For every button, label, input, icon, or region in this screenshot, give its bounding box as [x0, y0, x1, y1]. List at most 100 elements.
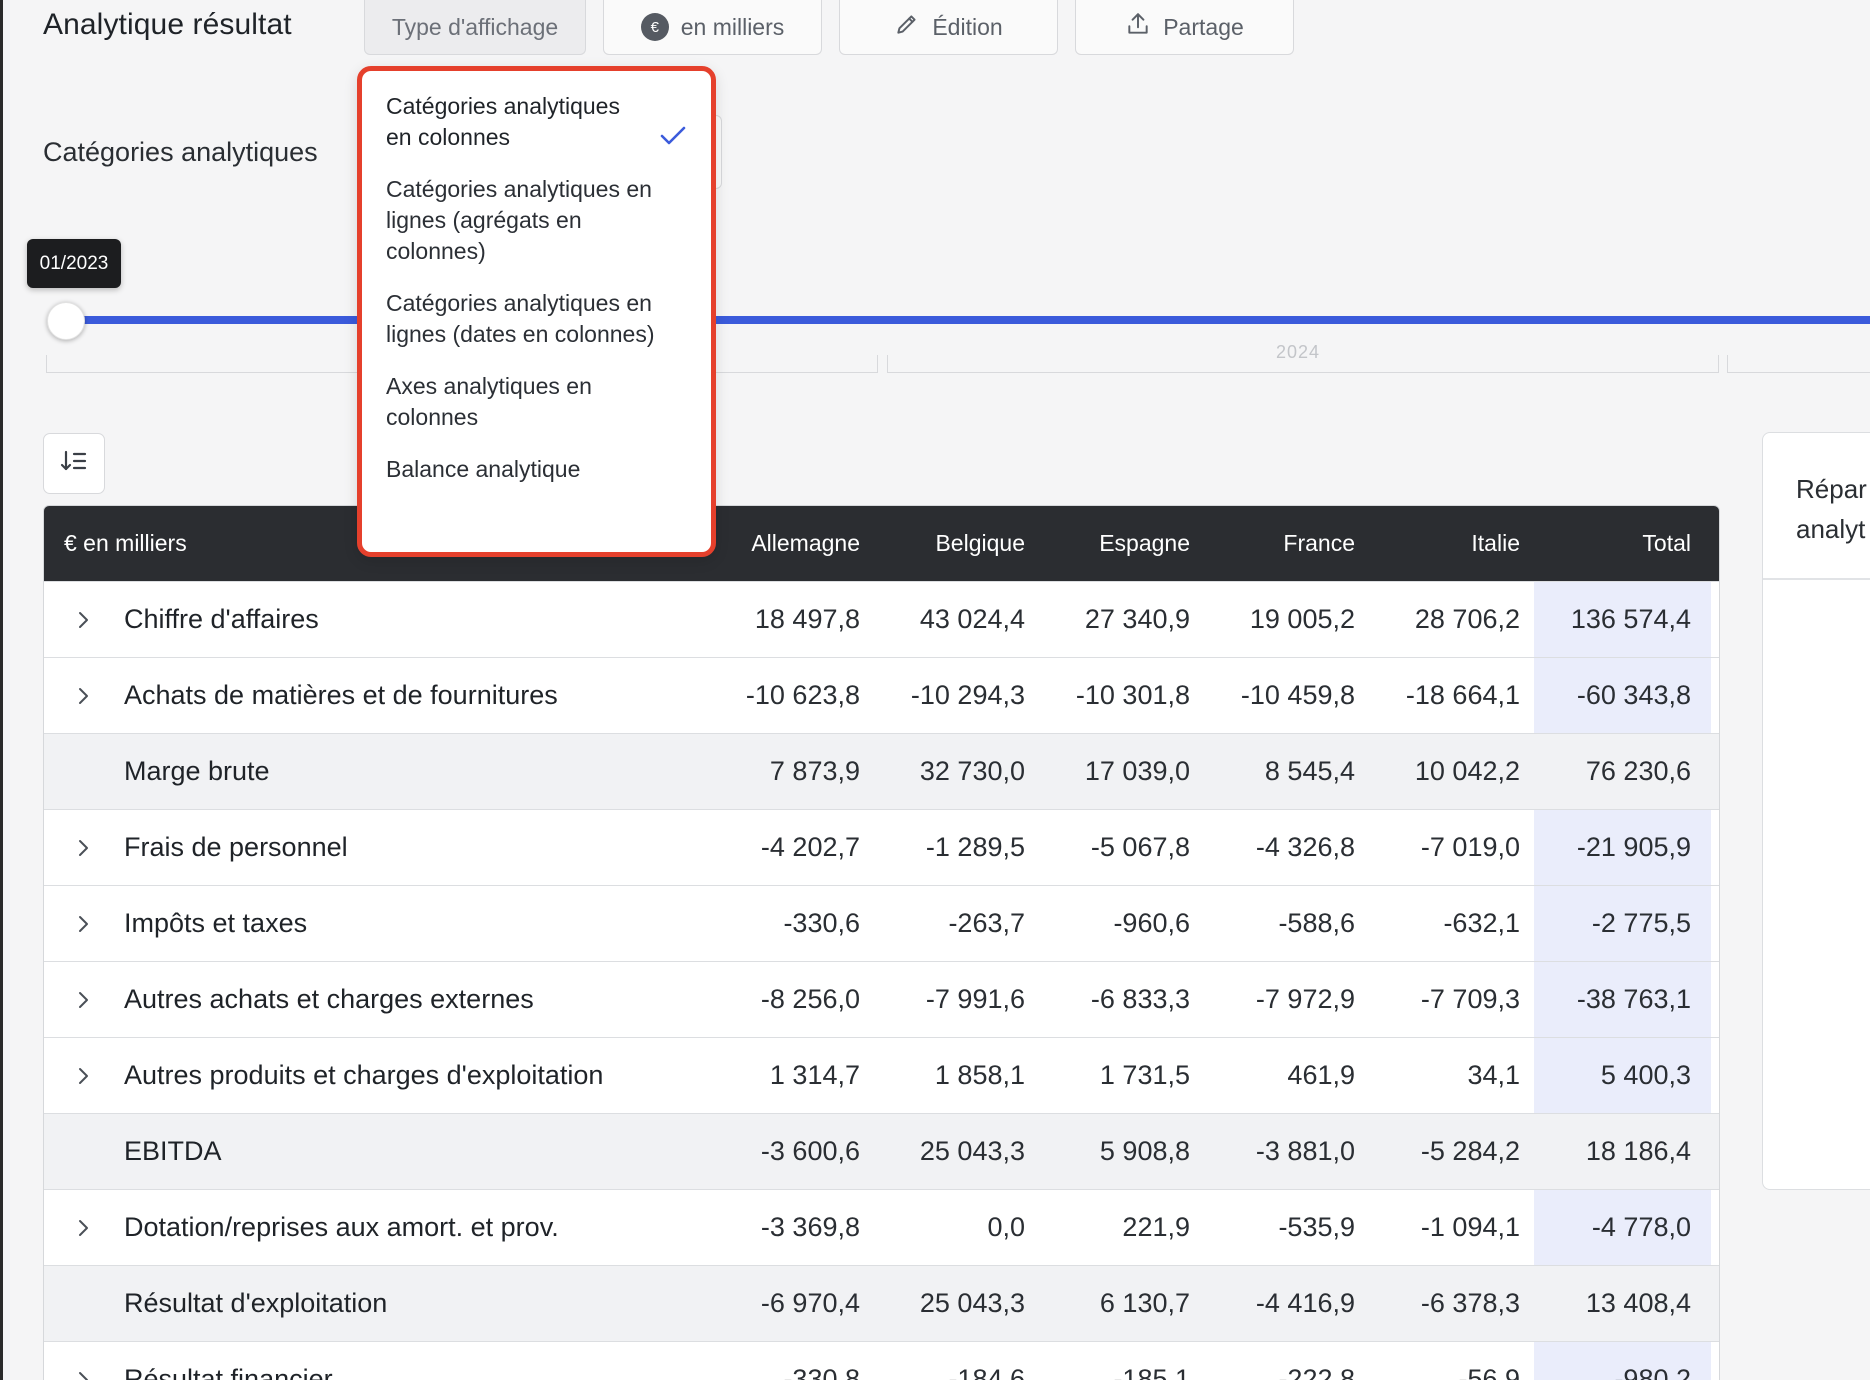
dropdown-option[interactable]: Catégories analytiques en lignes (agréga…: [362, 174, 711, 267]
share-button[interactable]: Partage: [1075, 0, 1294, 55]
row-label: Autres achats et charges externes: [124, 984, 534, 1014]
total-cell: 5 400,3: [1534, 1038, 1711, 1113]
column-header[interactable]: France: [1204, 530, 1369, 557]
column-header[interactable]: Allemagne: [709, 530, 874, 557]
column-header[interactable]: Espagne: [1039, 530, 1204, 557]
share-label: Partage: [1163, 13, 1244, 40]
row-label: Frais de personnel: [124, 832, 348, 862]
table-row[interactable]: Autres achats et charges externes -8 256,…: [44, 961, 1719, 1037]
value-cell: 1 731,5: [1099, 1060, 1190, 1090]
value-cell: -3 600,6: [760, 1136, 860, 1166]
value-cell: -3 369,8: [760, 1212, 860, 1242]
value-cell: -7 019,0: [1420, 832, 1520, 862]
dropdown-option[interactable]: Catégories analytiques en lignes (dates …: [362, 288, 711, 350]
share-icon: [1125, 11, 1151, 43]
year-label: 2024: [1276, 342, 1321, 362]
date-tooltip: 01/2023: [27, 239, 121, 288]
value-cell: -960,6: [1113, 908, 1190, 938]
value-cell: -3 881,0: [1255, 1136, 1355, 1166]
dropdown-option-label: Catégories analytiques en colonnes: [386, 93, 620, 150]
categories-label: Catégories analytiques: [43, 137, 318, 167]
dropdown-option-label: Axes analytiques en colonnes: [386, 373, 592, 430]
dropdown-option-label: Balance analytique: [386, 456, 581, 482]
units-button[interactable]: € en milliers: [603, 0, 822, 55]
value-cell: 34,1: [1467, 1060, 1520, 1090]
value-cell: 461,9: [1287, 1060, 1355, 1090]
value-cell: -632,1: [1443, 908, 1520, 938]
value-cell: 7 873,9: [769, 756, 860, 786]
value-cell: 19 005,2: [1249, 604, 1355, 634]
value-cell: 27 340,9: [1084, 604, 1190, 634]
row-label: Marge brute: [124, 756, 270, 786]
chevron-right-icon[interactable]: [44, 1217, 124, 1239]
display-type-button[interactable]: Type d'affichage: [364, 0, 586, 55]
total-cell: -38 763,1: [1534, 962, 1711, 1037]
row-name-cell: Autres achats et charges externes: [44, 984, 709, 1015]
row-name-cell: Frais de personnel: [44, 832, 709, 863]
edit-button[interactable]: Édition: [839, 0, 1058, 55]
column-header[interactable]: Italie: [1369, 530, 1534, 557]
value-cell: -4 202,7: [760, 832, 860, 862]
chevron-right-icon[interactable]: [44, 1369, 124, 1380]
row-name-cell: Résultat financier: [44, 1364, 709, 1380]
value-cell: -1 094,1: [1420, 1212, 1520, 1242]
value-cell: -18 664,1: [1405, 680, 1520, 710]
value-cell: 1 858,1: [934, 1060, 1025, 1090]
chevron-right-icon[interactable]: [44, 1065, 124, 1087]
dropdown-option-label: Catégories analytiques en lignes (agréga…: [386, 176, 652, 264]
table-row[interactable]: Impôts et taxes -330,6 -263,7 -960,6 -588,6 -…: [44, 885, 1719, 961]
chevron-right-icon[interactable]: [44, 685, 124, 707]
table-row[interactable]: Chiffre d'affaires 18 497,8 43 024,4 27 340…: [44, 581, 1719, 657]
chevron-right-icon[interactable]: [44, 837, 124, 859]
dropdown-option[interactable]: Catégories analytiques en colonnes: [362, 91, 711, 153]
value-cell: -185,1: [1113, 1364, 1190, 1380]
chevron-right-icon[interactable]: [44, 913, 124, 935]
dropdown-option[interactable]: Balance analytique: [362, 454, 711, 485]
value-cell: 25 043,3: [919, 1288, 1025, 1318]
value-cell: 18 497,8: [754, 604, 860, 634]
timeline-slider-handle[interactable]: [47, 302, 85, 340]
page-title: Analytique résultat: [43, 8, 292, 41]
value-cell: -1 289,5: [925, 832, 1025, 862]
value-cell: -222,8: [1278, 1364, 1355, 1380]
column-header-total[interactable]: Total: [1534, 530, 1711, 557]
value-cell: -184,6: [948, 1364, 1025, 1380]
total-cell: 76 230,6: [1585, 756, 1691, 786]
value-cell: -330,6: [783, 908, 860, 938]
total-cell: -980,2: [1534, 1342, 1711, 1380]
dropdown-option[interactable]: Axes analytiques en colonnes: [362, 371, 711, 433]
value-cell: -7 972,9: [1255, 984, 1355, 1014]
sort-button[interactable]: [43, 433, 105, 494]
value-cell: 1 314,7: [769, 1060, 860, 1090]
display-type-dropdown: Catégories analytiques en colonnes Catégo…: [357, 66, 716, 557]
value-cell: -7 709,3: [1420, 984, 1520, 1014]
value-cell: 5 908,8: [1099, 1136, 1190, 1166]
value-cell: -10 294,3: [910, 680, 1025, 710]
chevron-right-icon[interactable]: [44, 989, 124, 1011]
sort-icon: [60, 449, 88, 478]
row-label: Autres produits et charges d'exploitatio…: [124, 1060, 604, 1090]
year-bracket-next: [1727, 355, 1870, 373]
row-name-cell: EBITDA: [44, 1136, 709, 1167]
chevron-right-icon[interactable]: [44, 609, 124, 631]
edit-label: Édition: [932, 13, 1003, 40]
table-row[interactable]: Dotation/reprises aux amort. et prov. -3 …: [44, 1189, 1719, 1265]
units-label: en milliers: [680, 13, 785, 40]
value-cell: 221,9: [1122, 1212, 1190, 1242]
table-row[interactable]: Frais de personnel -4 202,7 -1 289,5 -5 067…: [44, 809, 1719, 885]
row-label: Résultat financier: [124, 1364, 333, 1380]
timeline-slider-track[interactable]: [66, 316, 1870, 324]
table-row[interactable]: Résultat financier -330,8 -184,6 -185,1 -222…: [44, 1341, 1719, 1380]
card-title-line: analyt: [1796, 514, 1866, 544]
table-body: Chiffre d'affaires 18 497,8 43 024,4 27 340…: [44, 581, 1719, 1380]
column-header[interactable]: Belgique: [874, 530, 1039, 557]
row-label: Achats de matières et de fournitures: [124, 680, 558, 710]
table-row[interactable]: Autres produits et charges d'exploitatio…: [44, 1037, 1719, 1113]
table-row[interactable]: Achats de matières et de fournitures -10 …: [44, 657, 1719, 733]
value-cell: -330,8: [783, 1364, 860, 1380]
distribution-card: Répar analyt: [1762, 432, 1870, 1190]
row-name-cell: Chiffre d'affaires: [44, 604, 709, 635]
row-name-cell: Impôts et taxes: [44, 908, 709, 939]
dropdown-option-label: Catégories analytiques en lignes (dates …: [386, 290, 655, 347]
total-cell: 18 186,4: [1585, 1136, 1691, 1166]
